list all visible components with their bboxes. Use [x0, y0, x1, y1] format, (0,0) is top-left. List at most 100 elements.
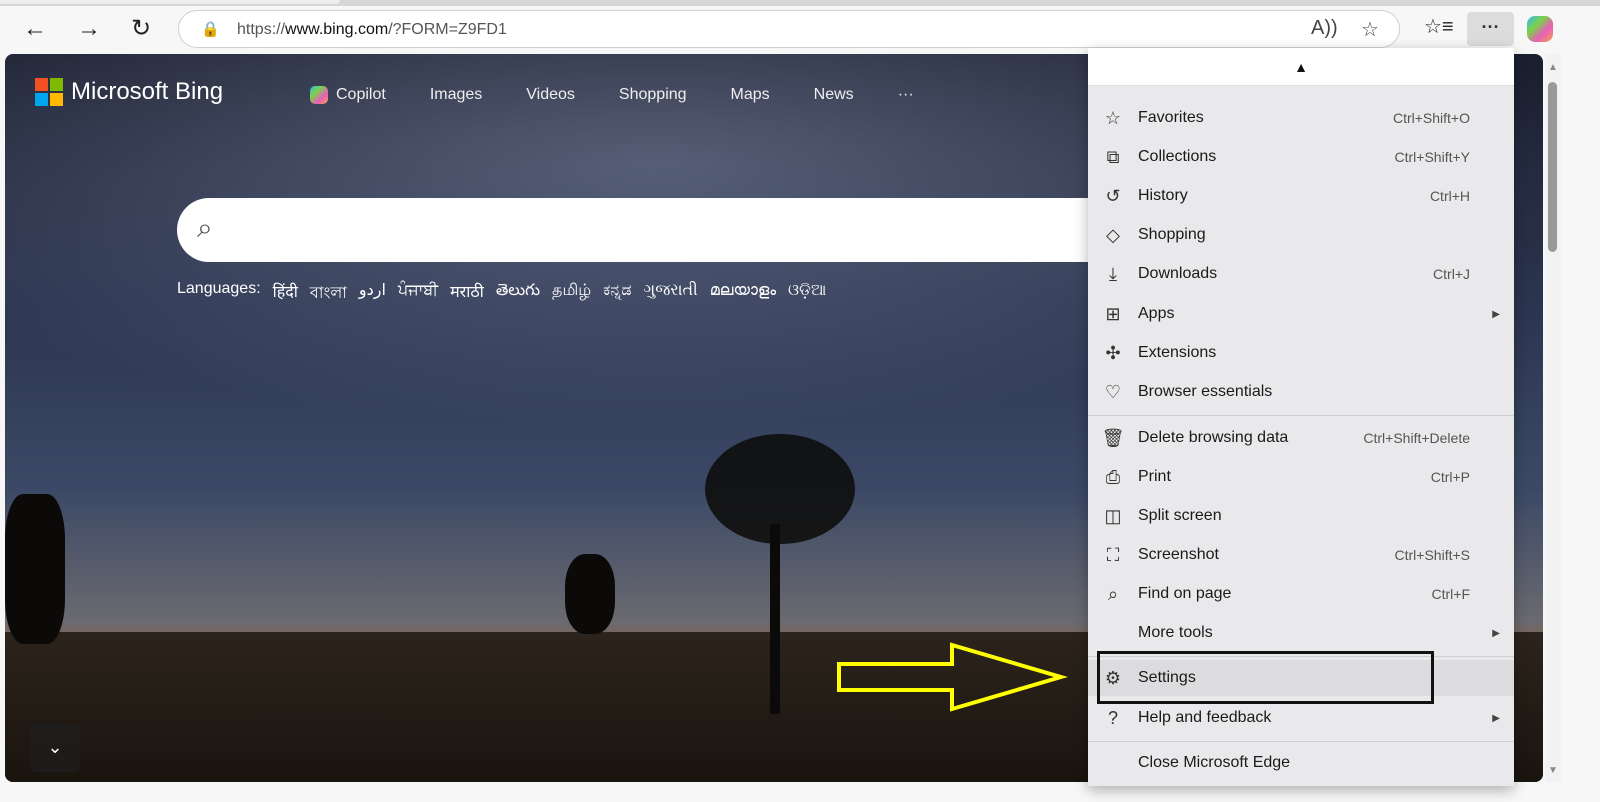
menu-item-help-and-feedback[interactable]: ? Help and feedback ▶ — [1088, 700, 1514, 736]
lock-icon[interactable]: 🔒 — [201, 20, 220, 38]
bing-nav: Copilot Images Videos Shopping Maps News… — [310, 86, 914, 104]
search-icon: ⌕ — [197, 212, 213, 243]
menu-item-shortcut: Ctrl+Shift+Y — [1394, 149, 1470, 165]
menu-item-screenshot[interactable]: ⛶ Screenshot Ctrl+Shift+S — [1088, 537, 1514, 573]
nav-images[interactable]: Images — [430, 86, 482, 104]
nav-shopping[interactable]: Shopping — [619, 86, 687, 104]
menu-divider — [1088, 741, 1514, 742]
favorites-icon: ☆ — [1104, 107, 1122, 128]
menu-item-label: Print — [1138, 468, 1171, 485]
find-on-page-icon: ⌕ — [1107, 583, 1119, 604]
browser-essentials-icon: ♡ — [1104, 381, 1122, 402]
url-text: https://www.bing.com/?FORM=Z9FD1 — [237, 21, 507, 38]
menu-item-label: Help and feedback — [1138, 709, 1272, 726]
nav-copilot[interactable]: Copilot — [310, 86, 386, 104]
screenshot-icon: ⛶ — [1106, 544, 1120, 565]
menu-collapse-icon[interactable]: ▲ — [1088, 48, 1514, 86]
extensions-icon: ✣ — [1105, 342, 1121, 363]
menu-item-shortcut: Ctrl+Shift+O — [1392, 110, 1470, 126]
language-link[interactable]: اردو — [359, 280, 386, 307]
language-link[interactable]: తెలుగు — [496, 280, 540, 307]
menu-item-label: Shopping — [1138, 226, 1206, 243]
scroll-thumb[interactable] — [1548, 82, 1557, 252]
menu-item-label: Collections — [1138, 148, 1217, 165]
menu-divider — [1088, 415, 1514, 416]
menu-item-label: Screenshot — [1138, 546, 1219, 563]
microsoft-logo-icon — [35, 78, 63, 106]
menu-item-label: Browser essentials — [1138, 383, 1273, 400]
menu-item-label: Favorites — [1138, 109, 1204, 126]
tree-silhouette — [5, 494, 65, 644]
back-icon[interactable]: ← — [18, 12, 52, 46]
menu-item-extensions[interactable]: ✣ Extensions — [1088, 335, 1514, 371]
menu-item-close-microsoft-edge[interactable]: Close Microsoft Edge — [1088, 745, 1514, 781]
tree-silhouette — [705, 434, 855, 544]
language-link[interactable]: বাংলা — [310, 280, 347, 307]
read-aloud-icon[interactable]: A)) — [1311, 17, 1338, 40]
language-link[interactable]: ಕನ್ನಡ — [603, 280, 631, 307]
language-link[interactable]: മലയാളം — [710, 280, 776, 307]
copilot-icon — [310, 86, 328, 104]
bing-logo[interactable]: Microsoft Bing — [35, 78, 223, 106]
menu-item-collections[interactable]: ⧉ Collections Ctrl+Shift+Y — [1088, 139, 1514, 175]
scroll-down-icon[interactable]: ▼ — [1548, 765, 1558, 776]
language-link[interactable]: ଓଡ଼ିଆ — [788, 280, 826, 307]
star-icon[interactable]: ☆ — [1361, 17, 1379, 42]
languages: Languages: हिंदी বাংলা اردو ਪੰਜਾਬੀ मराठी… — [177, 280, 826, 307]
settings-and-more-button[interactable]: ··· — [1467, 12, 1514, 46]
nav-news[interactable]: News — [814, 86, 854, 104]
menu-item-browser-essentials[interactable]: ♡ Browser essentials — [1088, 374, 1514, 410]
menu-item-more-tools[interactable]: More tools ▶ — [1088, 615, 1514, 651]
copilot-icon[interactable] — [1527, 16, 1553, 42]
menu-item-split-screen[interactable]: ◫ Split screen — [1088, 498, 1514, 534]
nav-label: Copilot — [336, 86, 386, 103]
menu-item-label: Split screen — [1138, 507, 1222, 524]
menu-item-shortcut: Ctrl+P — [1430, 469, 1470, 485]
print-icon: ⎙ — [1105, 466, 1121, 487]
nav-maps[interactable]: Maps — [731, 86, 770, 104]
history-icon: ↺ — [1105, 185, 1121, 206]
active-tab[interactable] — [0, 0, 340, 4]
tree-silhouette — [770, 524, 780, 714]
tree-silhouette — [565, 554, 615, 634]
menu-item-history[interactable]: ↺ History Ctrl+H — [1088, 178, 1514, 214]
delete-browsing-data-icon: 🗑 — [1101, 427, 1125, 448]
menu-item-shortcut: Ctrl+H — [1429, 188, 1470, 204]
settings-highlight-box — [1097, 651, 1434, 704]
menu-item-label: Delete browsing data — [1138, 429, 1289, 446]
help-and-feedback-icon: ? — [1107, 707, 1118, 728]
language-link[interactable]: मराठी — [450, 280, 484, 307]
scrollbar[interactable]: ▲ ▼ — [1545, 54, 1561, 782]
menu-item-label: Extensions — [1138, 344, 1217, 361]
address-bar[interactable]: 🔒 https://www.bing.com/?FORM=Z9FD1 A)) ☆ — [178, 10, 1400, 48]
scroll-up-icon[interactable]: ▲ — [1548, 62, 1558, 73]
annotation-arrow — [837, 642, 1068, 712]
menu-item-delete-browsing-data[interactable]: 🗑 Delete browsing data Ctrl+Shift+Delete — [1088, 420, 1514, 456]
menu-item-label: More tools — [1138, 624, 1213, 641]
menu-item-apps[interactable]: ⊞ Apps ▶ — [1088, 296, 1514, 332]
nav-more[interactable]: ··· — [898, 86, 914, 104]
split-screen-icon: ◫ — [1104, 505, 1122, 526]
nav-videos[interactable]: Videos — [526, 86, 575, 104]
menu-item-favorites[interactable]: ☆ Favorites Ctrl+Shift+O — [1088, 100, 1514, 136]
menu-item-label: Downloads — [1138, 265, 1218, 282]
menu-item-shortcut: Ctrl+J — [1433, 266, 1470, 282]
menu-item-shortcut: Ctrl+F — [1431, 586, 1471, 602]
menu-item-downloads[interactable]: ⤓ Downloads Ctrl+J — [1088, 256, 1514, 292]
language-link[interactable]: ગુજરાતી — [644, 280, 698, 307]
favorites-icon[interactable]: ☆≡ — [1424, 14, 1454, 39]
chevron-down-icon[interactable]: ⌄ — [30, 724, 80, 772]
shopping-icon: ◇ — [1106, 224, 1120, 245]
menu-item-label: Find on page — [1138, 585, 1232, 602]
language-link[interactable]: ਪੰਜਾਬੀ — [398, 280, 438, 307]
search-input[interactable]: ⌕ — [177, 198, 1177, 262]
menu-item-print[interactable]: ⎙ Print Ctrl+P — [1088, 459, 1514, 495]
menu-item-find-on-page[interactable]: ⌕ Find on page Ctrl+F — [1088, 576, 1514, 612]
forward-icon[interactable]: → — [72, 12, 106, 46]
language-link[interactable]: தமிழ் — [552, 280, 591, 307]
chevron-right-icon: ▶ — [1492, 627, 1500, 639]
language-link[interactable]: हिंदी — [273, 280, 298, 307]
refresh-icon[interactable]: ↻ — [124, 12, 158, 46]
menu-item-shopping[interactable]: ◇ Shopping — [1088, 217, 1514, 253]
menu-item-label: Apps — [1138, 305, 1175, 322]
